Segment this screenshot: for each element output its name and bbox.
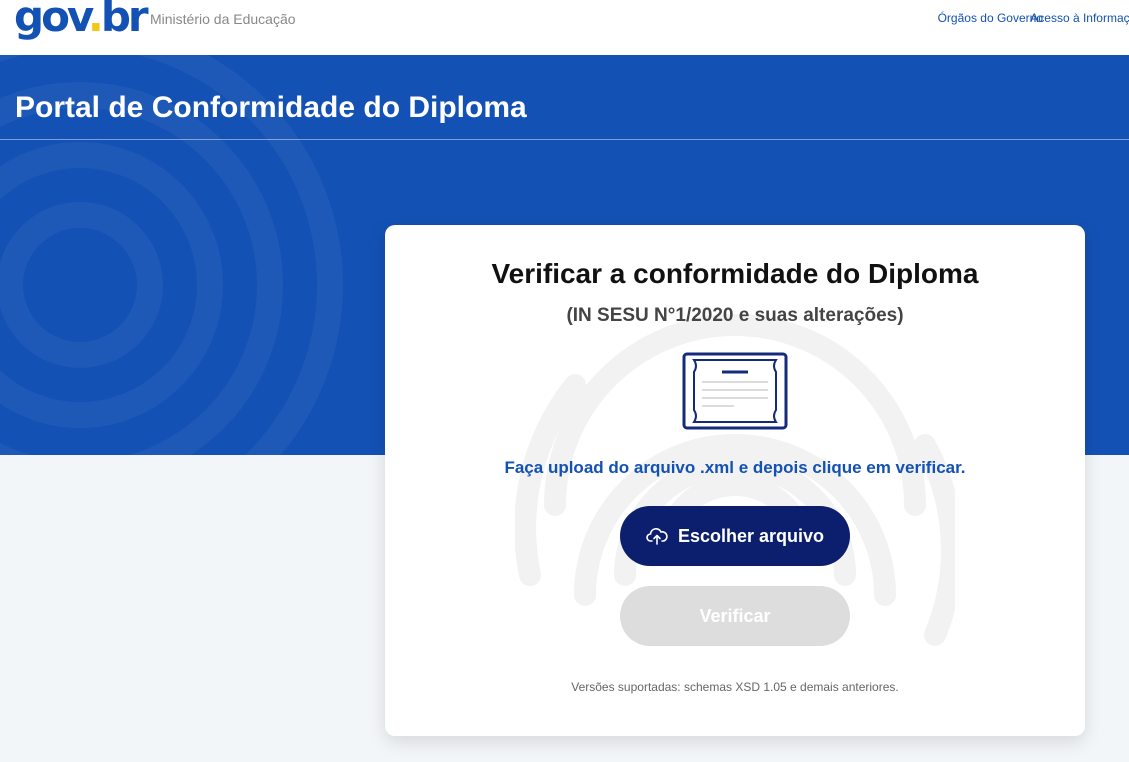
portal-title: Portal de Conformidade do Diploma [15, 91, 527, 124]
logo-part-br: br [100, 0, 149, 41]
verification-card: Verificar a conformidade do Diploma (IN … [385, 225, 1085, 736]
hero-divider [0, 139, 1129, 140]
upload-instructions: Faça upload do arquivo .xml e depois cli… [504, 458, 966, 477]
top-header: gov.br Ministério da Educação Órgãos do … [0, 0, 1129, 55]
verify-label: Verificar [699, 605, 771, 626]
diploma-certificate-icon [682, 352, 788, 430]
verify-button[interactable]: Verificar [620, 586, 850, 646]
ministry-name: Ministério da Educação [150, 11, 296, 27]
card-title: Verificar a conformidade do Diploma [491, 258, 979, 289]
choose-file-label: Escolher arquivo [677, 525, 825, 546]
link-acesso-a-informacao[interactable]: Acesso à Informação [1030, 11, 1129, 25]
card-subtitle: (IN SESU N°1/2020 e suas alterações) [566, 305, 904, 326]
cloud-upload-icon [646, 527, 668, 545]
logo-dot: . [87, 0, 104, 41]
link-orgaos-do-governo[interactable]: Órgãos do Governo [938, 11, 1043, 25]
logo-part-gov: gov [14, 0, 91, 41]
gov-br-logo[interactable]: gov.br [14, 0, 149, 41]
fingerprint-watermark-icon [515, 314, 955, 646]
choose-file-button[interactable]: Escolher arquivo [620, 506, 850, 566]
supported-versions-note: Versões suportadas: schemas XSD 1.05 e d… [571, 680, 899, 694]
